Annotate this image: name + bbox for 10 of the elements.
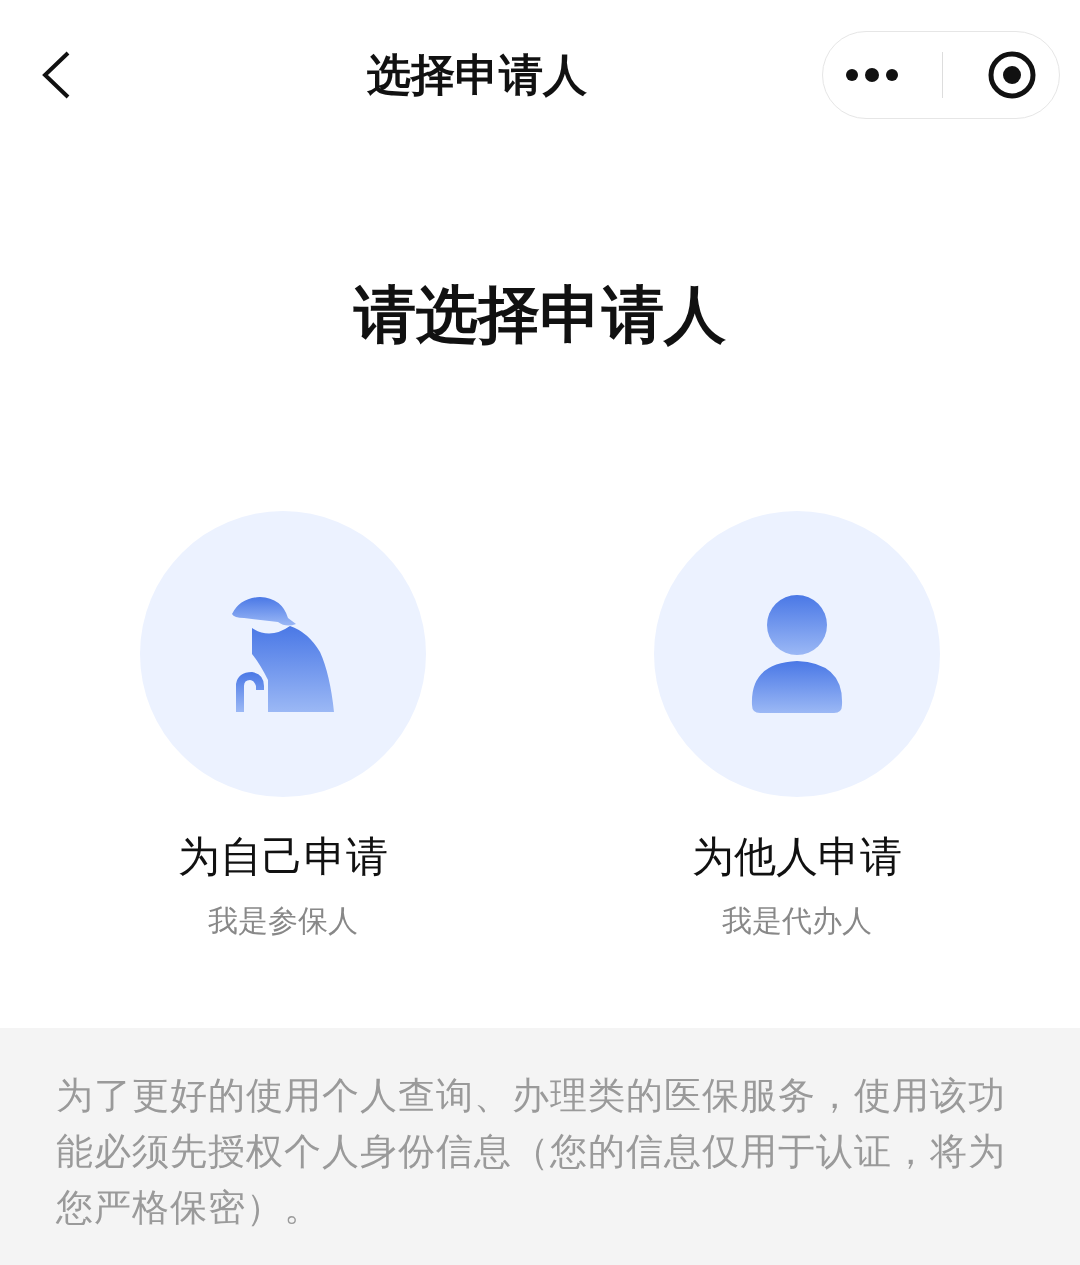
- option-title: 为他人申请: [692, 831, 902, 883]
- page-title: 选择申请人: [367, 48, 587, 102]
- notice-text: 为了更好的使用个人查询、办理类的医保服务，使用该功能必须先授权个人身份信息（您的信息仅用于认证，将为您严格保密）。: [56, 1073, 1007, 1231]
- elderly-person-icon: [230, 594, 336, 714]
- option-subtitle: 我是代办人: [722, 902, 872, 940]
- more-icon[interactable]: [844, 68, 899, 82]
- back-icon[interactable]: [40, 50, 72, 100]
- page-heading: 请选择申请人: [352, 277, 727, 353]
- option-subtitle: 我是参保人: [208, 902, 358, 940]
- option-title: 为自己申请: [178, 831, 388, 883]
